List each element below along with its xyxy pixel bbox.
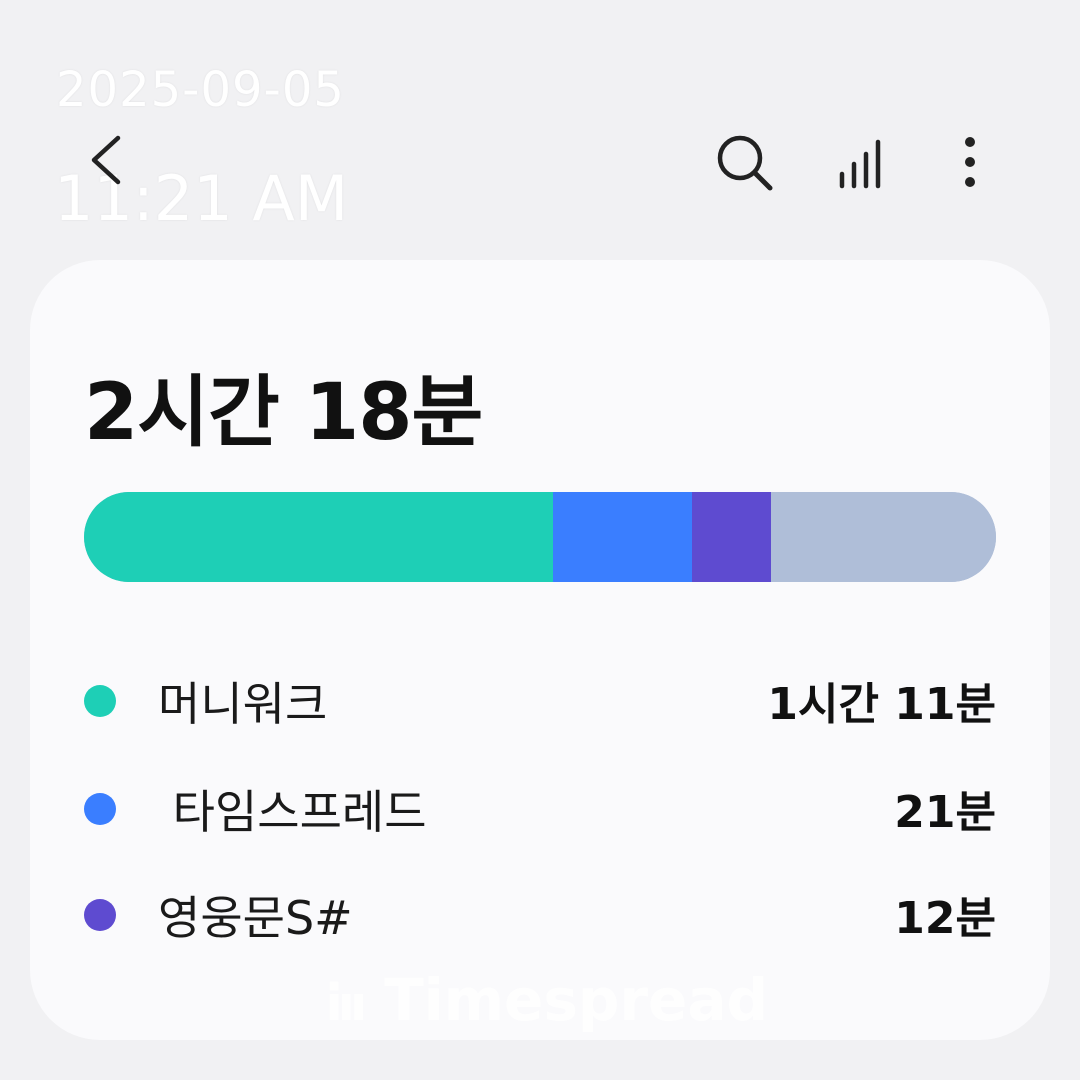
app-usage-time: 12분 (894, 893, 996, 944)
app-name: 영웅문S# (158, 891, 353, 945)
watermark-text: Timespread (384, 966, 768, 1034)
legend-dot-timespread (84, 793, 116, 825)
timespread-logo-icon (329, 981, 363, 1021)
usage-segment-youngwoongmun (691, 492, 772, 582)
stats-button[interactable] (832, 130, 896, 194)
app-row-youngwoongmun[interactable]: 영웅문S# 12분 (84, 874, 996, 954)
app-usage-time: 1시간 11분 (767, 679, 996, 730)
legend-dot-moneywalk (84, 685, 116, 717)
bar-chart-icon (839, 139, 881, 189)
usage-card: 2시간 18분 머니워크 1시간 11분 타임스프레드 21분 영웅문S# 12… (30, 260, 1050, 1040)
app-row-moneywalk[interactable]: 머니워크 1시간 11분 (84, 660, 996, 740)
usage-segment-moneywalk (84, 492, 554, 582)
timestamp-date: 2025-09-05 (56, 62, 345, 118)
search-icon (717, 135, 773, 191)
chevron-left-icon (91, 135, 121, 185)
more-options-button[interactable] (938, 130, 1002, 194)
app-name: 머니워크 (158, 677, 328, 731)
search-button[interactable] (712, 130, 776, 194)
usage-segment-timespread (553, 492, 692, 582)
app-row-timespread[interactable]: 타임스프레드 21분 (84, 768, 996, 848)
app-name: 타임스프레드 (158, 785, 427, 839)
more-vertical-icon (965, 137, 975, 187)
legend-dot-youngwoongmun (84, 899, 116, 931)
total-usage-time: 2시간 18분 (84, 368, 483, 458)
app-usage-time: 21분 (894, 787, 996, 838)
back-button[interactable] (82, 130, 142, 190)
usage-bar (84, 492, 996, 582)
watermark: Timespread (328, 965, 768, 1035)
usage-segment-other (771, 492, 996, 582)
